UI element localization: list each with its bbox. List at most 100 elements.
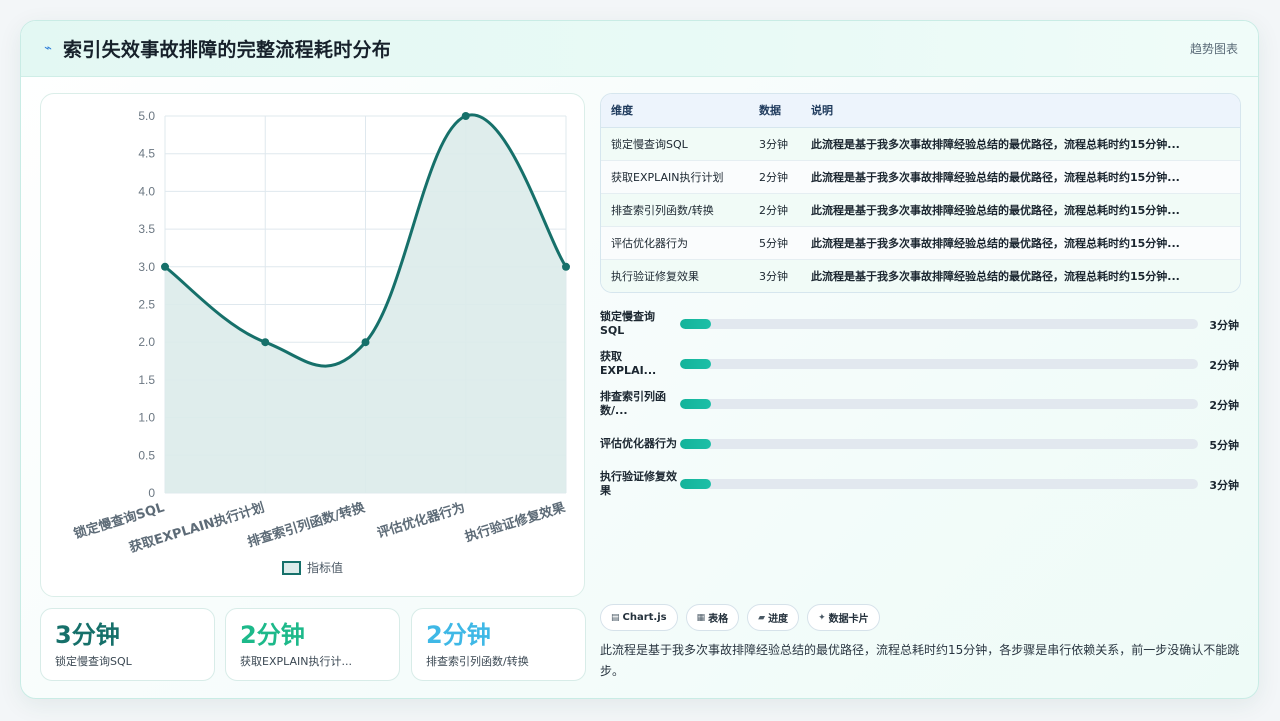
table-cell: 此流程是基于我多次事故排障经验总结的最优路径，流程总耗时约15分钟... xyxy=(801,259,1240,292)
table-cell: 3分钟 xyxy=(749,127,801,161)
legend-swatch xyxy=(282,561,301,575)
sparkle-icon: ✦ xyxy=(818,612,826,623)
table-row: 排查索引列函数/转换 2分钟 此流程是基于我多次事故排障经验总结的最优路径，流程… xyxy=(601,193,1240,227)
data-point xyxy=(461,112,470,120)
progress-value: 3分钟 xyxy=(1209,319,1239,332)
line-chart: 00.51.01.52.02.53.03.54.04.55.0锁定慢查询SQL获… xyxy=(72,109,570,575)
table-cell: 评估优化器行为 xyxy=(601,226,749,260)
table-cell: 3分钟 xyxy=(749,259,801,292)
x-tick-label: 评估优化器行为 xyxy=(375,500,467,542)
table-cell: 此流程是基于我多次事故排障经验总结的最优路径，流程总耗时约15分钟... xyxy=(801,127,1240,161)
stat-card-1: 3分钟 锁定慢查询SQL xyxy=(40,608,215,681)
table-row: 获取EXPLAIN执行计划 2分钟 此流程是基于我多次事故排障经验总结的最优路径… xyxy=(601,160,1240,194)
data-point xyxy=(261,338,270,347)
card-header: ⌁ 索引失效事故排障的完整流程耗时分布 趋势图表 xyxy=(21,21,1258,77)
table-cell: 此流程是基于我多次事故排障经验总结的最优路径，流程总耗时约15分钟... xyxy=(801,160,1240,194)
column-header: 说明 xyxy=(801,94,1240,128)
progress-value: 3分钟 xyxy=(1209,479,1239,492)
progress-label: 执行验证修复效果 xyxy=(600,470,677,497)
y-tick-label: 1.5 xyxy=(138,373,155,387)
x-tick-label: 执行验证修复效果 xyxy=(463,500,567,546)
y-tick-label: 2.0 xyxy=(138,335,155,349)
progress-row: 获取EXPLAI... 2分钟 xyxy=(600,344,1241,384)
y-tick-label: 0.5 xyxy=(138,448,155,462)
data-point xyxy=(562,262,570,271)
y-tick-label: 2.5 xyxy=(138,298,155,312)
table-cell: 此流程是基于我多次事故排障经验总结的最优路径，流程总耗时约15分钟... xyxy=(801,226,1240,260)
progress-track xyxy=(680,439,1198,449)
table-cell: 锁定慢查询SQL xyxy=(601,127,749,161)
progress-fill xyxy=(680,439,712,449)
y-tick-label: 3.5 xyxy=(138,222,155,236)
stat-card-2: 2分钟 获取EXPLAIN执行计... xyxy=(225,608,400,681)
y-tick-label: 0 xyxy=(148,486,155,500)
data-point xyxy=(161,262,169,271)
data-table: 维度 数据 说明 锁定慢查询SQL 3分钟 此流程是基于我多次事故排障经验总结的… xyxy=(600,93,1241,293)
stat-value: 2分钟 xyxy=(240,621,305,649)
stat-label: 锁定慢查询SQL xyxy=(55,655,132,668)
summary-text: 此流程是基于我多次事故排障经验总结的最优路径，流程总耗时约15分钟，各步骤是串行… xyxy=(600,643,1240,678)
progress-track xyxy=(680,399,1198,409)
data-table-grid: 维度 数据 说明 锁定慢查询SQL 3分钟 此流程是基于我多次事故排障经验总结的… xyxy=(601,94,1240,292)
table-row: 锁定慢查询SQL 3分钟 此流程是基于我多次事故排障经验总结的最优路径，流程总耗… xyxy=(601,127,1240,161)
chip-label: 进度 xyxy=(768,614,789,625)
progress-value: 2分钟 xyxy=(1209,399,1239,412)
y-tick-label: 1.0 xyxy=(138,411,155,425)
table-cell: 2分钟 xyxy=(749,193,801,227)
progress-value: 5分钟 xyxy=(1209,439,1239,452)
table-cell: 执行验证修复效果 xyxy=(601,259,749,292)
y-tick-label: 4.5 xyxy=(138,147,155,161)
tech-chips: ▤ Chart.js ▦ 表格 ▰ 进度 ✦ 数据卡片 xyxy=(600,604,880,631)
table-row: 评估优化器行为 5分钟 此流程是基于我多次事故排障经验总结的最优路径，流程总耗时… xyxy=(601,226,1240,260)
y-tick-label: 4.0 xyxy=(138,184,155,198)
progress-row: 评估优化器行为 5分钟 xyxy=(600,424,1241,464)
stat-value: 2分钟 xyxy=(426,621,491,649)
progress-track xyxy=(680,359,1198,369)
stat-value: 3分钟 xyxy=(55,621,120,649)
chip-label: 数据卡片 xyxy=(828,614,869,625)
progress-track xyxy=(680,479,1198,489)
progress-fill xyxy=(680,479,712,489)
progress-fill xyxy=(680,399,712,409)
chart-card: ⌁ 索引失效事故排障的完整流程耗时分布 趋势图表 0 0.5 1.0 1.5 2.0 2.… xyxy=(20,20,1259,699)
sparkline-icon: ⌁ xyxy=(44,41,52,56)
page-title: 索引失效事故排障的完整流程耗时分布 xyxy=(63,39,392,61)
table-cell: 此流程是基于我多次事故排障经验总结的最优路径，流程总耗时约15分钟... xyxy=(801,193,1240,227)
progress-fill xyxy=(680,359,712,369)
legend-label: 指标值 xyxy=(307,560,343,575)
title-wrap: ⌁ 索引失效事故排障的完整流程耗时分布 xyxy=(41,35,391,62)
chip-table[interactable]: ▦ 表格 xyxy=(685,604,740,631)
progress-row: 锁定慢查询SQL 3分钟 xyxy=(600,304,1241,344)
chip-label: 表格 xyxy=(708,614,729,625)
stat-card-3: 2分钟 排查索引列函数/转换 xyxy=(411,608,586,681)
stat-label: 排查索引列函数/转换 xyxy=(426,655,529,668)
table-icon: ▦ xyxy=(696,612,706,623)
progress-label: 排查索引列函数/... xyxy=(600,390,666,417)
y-tick-label: 3.0 xyxy=(138,260,155,274)
column-header: 数据 xyxy=(749,94,801,128)
chip-chartjs[interactable]: ▤ Chart.js xyxy=(600,604,678,631)
progress-row: 排查索引列函数/... 2分钟 xyxy=(600,384,1241,424)
chip-progress[interactable]: ▰ 进度 xyxy=(747,604,800,631)
column-header: 维度 xyxy=(601,94,749,128)
table-cell: 获取EXPLAIN执行计划 xyxy=(601,160,749,194)
table-cell: 2分钟 xyxy=(749,160,801,194)
progress-list: 锁定慢查询SQL 3分钟 获取EXPLAI... 2分钟 排查索引列函数/...… xyxy=(600,304,1241,504)
progress-value: 2分钟 xyxy=(1209,359,1239,372)
chart-icon: ▤ xyxy=(611,612,620,623)
stat-label: 获取EXPLAIN执行计... xyxy=(240,655,352,668)
data-point xyxy=(361,338,370,347)
line-chart-panel: 0 0.5 1.0 1.5 2.0 2.5 3.0 3.5 4.0 4.5 5.0 锁定慢查询SQL 获… xyxy=(40,93,585,597)
chip-data-card[interactable]: ✦ 数据卡片 xyxy=(807,604,880,631)
chip-label: Chart.js xyxy=(622,612,667,623)
progress-label: 锁定慢查询SQL xyxy=(600,310,655,337)
progress-label: 获取EXPLAI... xyxy=(600,350,657,377)
progress-fill xyxy=(680,319,712,329)
table-cell: 排查索引列函数/转换 xyxy=(601,193,749,227)
progress-label: 评估优化器行为 xyxy=(600,437,677,450)
chart-type-tag: 趋势图表 xyxy=(1189,42,1238,56)
table-header-row: 维度 数据 说明 xyxy=(601,94,1240,128)
progress-track xyxy=(680,319,1198,329)
y-tick-label: 5.0 xyxy=(138,109,155,123)
progress-row: 执行验证修复效果 3分钟 xyxy=(600,464,1241,504)
